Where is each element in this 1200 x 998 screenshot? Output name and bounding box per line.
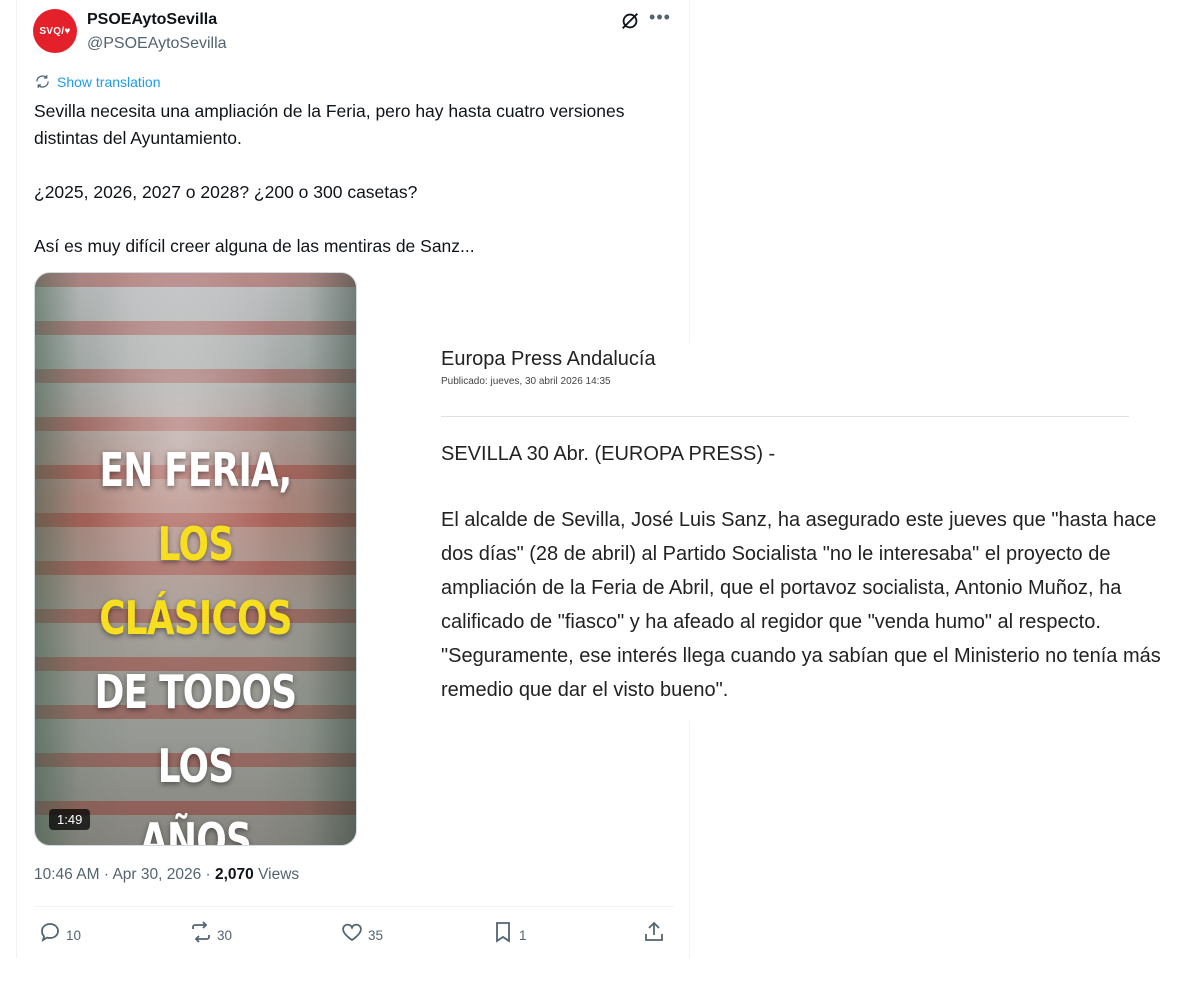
divider	[34, 906, 674, 907]
video-overlay-line: EN FERIA,	[99, 443, 292, 497]
views-label: Views	[258, 866, 300, 883]
repost-button[interactable]: 30	[189, 920, 232, 944]
views-count: 2,070	[215, 866, 254, 883]
avatar[interactable]: SVQ/♥	[33, 9, 77, 53]
like-count: 35	[368, 927, 384, 943]
tweet-meta: 10:46 AM · Apr 30, 2026 · 2,070 Views	[34, 866, 299, 884]
video-overlay-line-highlight: LOS CLÁSICOS	[99, 517, 292, 645]
meta-separator: ·	[205, 866, 211, 883]
like-button[interactable]: 35	[340, 920, 383, 944]
tweet-text: Sevilla necesita una ampliación de la Fe…	[34, 98, 674, 260]
video-overlay-line: AÑOS	[139, 813, 252, 846]
display-name[interactable]: PSOEAytoSevilla	[87, 11, 217, 29]
tweet-text-line: ¿2025, 2026, 2027 o 2028? ¿200 o 300 cas…	[34, 182, 418, 202]
video-overlay-line: DE TODOS LOS	[94, 665, 297, 793]
user-handle[interactable]: @PSOEAytoSevilla	[87, 35, 227, 53]
reply-button[interactable]: 10	[38, 920, 81, 944]
bookmark-icon	[496, 922, 510, 943]
reply-count: 10	[66, 927, 82, 943]
meta-separator: ·	[103, 866, 109, 883]
share-icon	[645, 921, 663, 941]
tweet-text-line: Así es muy difícil creer alguna de las m…	[34, 236, 475, 256]
tweet-time[interactable]: 10:46 AM	[34, 866, 100, 883]
bookmark-count: 1	[519, 927, 527, 943]
video-player[interactable]: EN FERIA, LOS CLÁSICOS DE TODOS LOS AÑOS…	[34, 272, 357, 846]
repost-icon	[192, 921, 210, 943]
bookmark-button[interactable]: 1	[491, 920, 527, 944]
article-body: El alcalde de Sevilla, José Luis Sanz, h…	[441, 509, 1161, 701]
article-divider	[441, 416, 1129, 417]
article-source: Europa Press Andalucía	[441, 348, 656, 370]
article-published-date: Publicado: jueves, 30 abril 2026 14:35	[441, 376, 611, 387]
article-dateline: SEVILLA 30 Abr. (EUROPA PRESS) -	[441, 443, 776, 465]
show-translation-link[interactable]: Show translation	[34, 73, 161, 90]
grok-icon[interactable]	[619, 10, 641, 32]
more-options-icon[interactable]: •••	[649, 8, 671, 30]
action-bar: 10 30 35 1	[34, 920, 674, 950]
heart-icon	[342, 923, 362, 942]
translate-icon	[36, 75, 49, 88]
video-duration-badge: 1:49	[49, 809, 91, 830]
show-translation-label: Show translation	[57, 73, 161, 90]
reply-icon	[41, 923, 59, 942]
share-button[interactable]	[642, 920, 666, 944]
tweet-date[interactable]: Apr 30, 2026	[112, 866, 201, 883]
article-screenshot: Europa Press Andalucía Publicado: jueves…	[430, 343, 1170, 721]
tweet-text-line: Sevilla necesita una ampliación de la Fe…	[34, 101, 625, 148]
repost-count: 30	[217, 927, 233, 943]
video-overlay-text: EN FERIA, LOS CLÁSICOS DE TODOS LOS AÑOS	[70, 433, 320, 846]
